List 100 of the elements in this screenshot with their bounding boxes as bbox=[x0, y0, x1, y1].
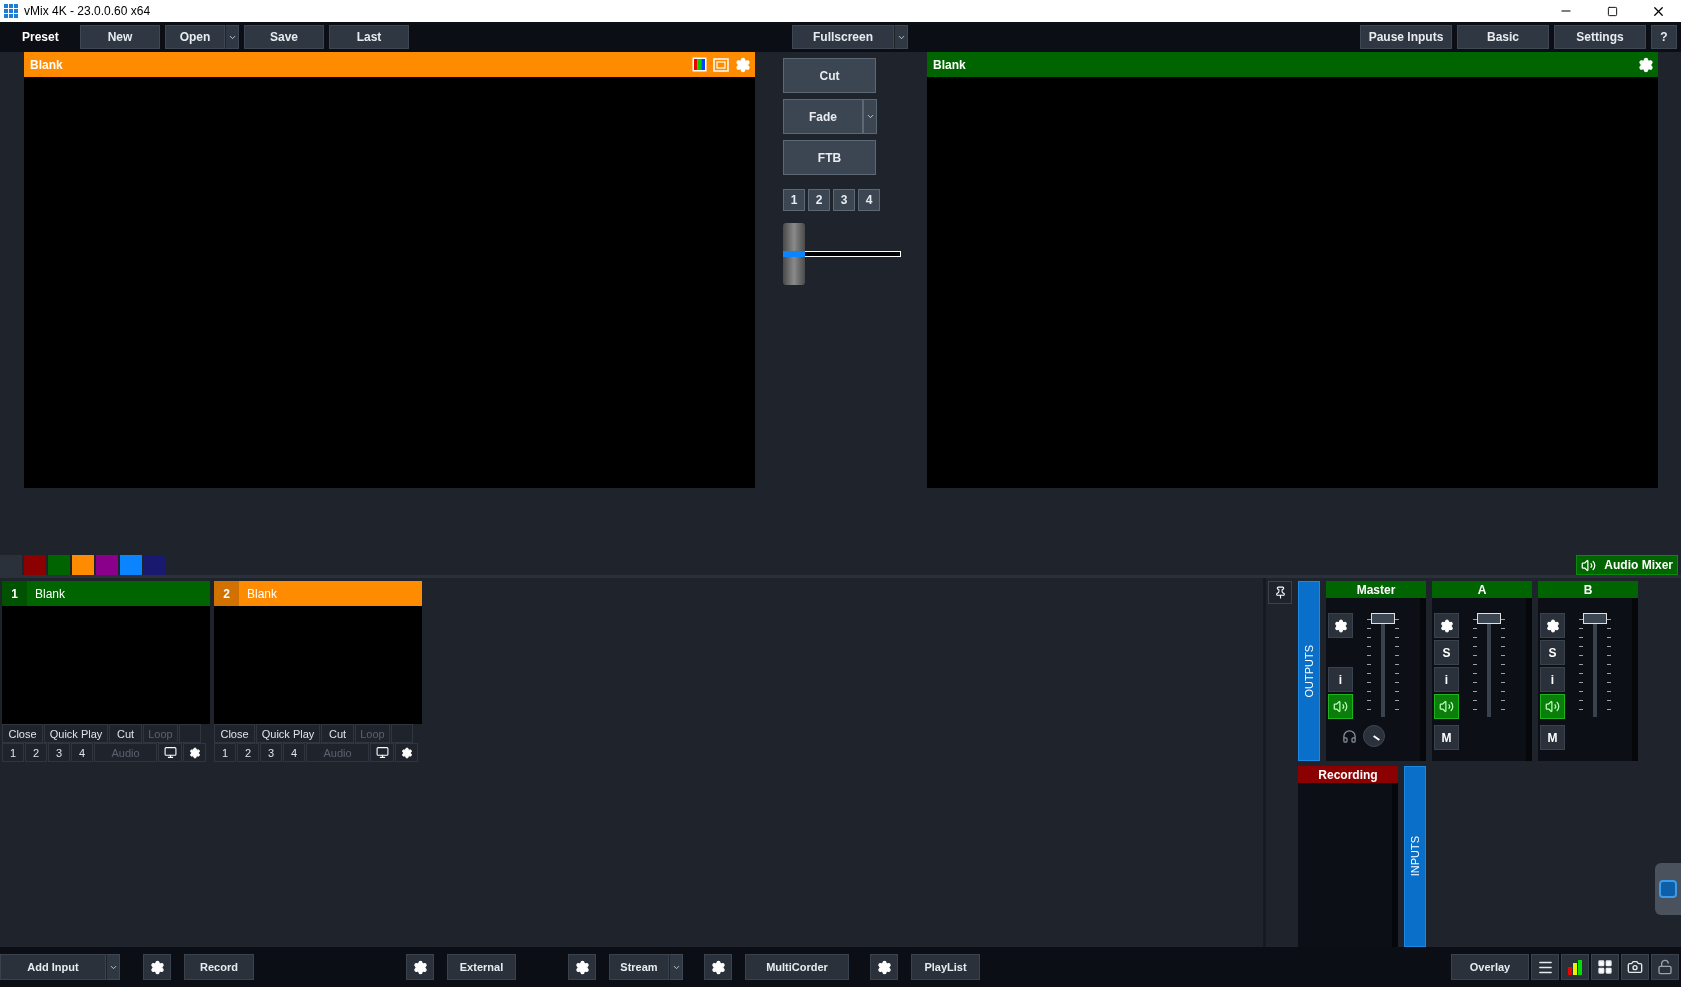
transition-number-button[interactable]: 2 bbox=[808, 189, 830, 211]
info-button[interactable]: i bbox=[1328, 667, 1353, 692]
settings-button[interactable] bbox=[870, 954, 898, 980]
fader-track[interactable] bbox=[1366, 613, 1400, 717]
settings-icon[interactable] bbox=[1638, 56, 1654, 73]
overlay-button[interactable]: 4 bbox=[71, 743, 93, 762]
input-action-button[interactable]: Cut bbox=[109, 724, 142, 743]
color-tab[interactable] bbox=[24, 555, 46, 575]
fader-thumb[interactable] bbox=[1477, 613, 1501, 624]
camera-button[interactable] bbox=[1621, 954, 1649, 980]
overlay-button[interactable]: 3 bbox=[260, 743, 282, 762]
input-action-button[interactable]: Quick Play bbox=[44, 724, 108, 743]
settings-button[interactable] bbox=[704, 954, 732, 980]
pin-button[interactable] bbox=[1268, 581, 1292, 604]
settings-button[interactable] bbox=[1434, 613, 1459, 638]
grid-button[interactable] bbox=[1591, 954, 1619, 980]
overlay-button[interactable]: 3 bbox=[48, 743, 70, 762]
toolbar-button[interactable]: Open bbox=[165, 25, 225, 49]
bottom-bar-button[interactable]: Record bbox=[184, 954, 254, 980]
settings-button[interactable] bbox=[143, 954, 171, 980]
toolbar-button[interactable]: Pause Inputs bbox=[1360, 25, 1452, 49]
bottom-bar-button[interactable]: Add Input bbox=[0, 954, 106, 980]
solo-button[interactable]: S bbox=[1540, 640, 1565, 665]
t-bar-handle[interactable] bbox=[783, 251, 805, 257]
overlay-button[interactable]: 1 bbox=[2, 743, 24, 762]
levels-button[interactable] bbox=[1561, 954, 1589, 980]
input-title: Blank bbox=[247, 586, 278, 601]
overlay-button[interactable]: Overlay bbox=[1451, 954, 1529, 980]
mute-button[interactable]: M bbox=[1540, 725, 1565, 750]
color-tab[interactable] bbox=[48, 555, 70, 575]
transition-number-button[interactable]: 4 bbox=[858, 189, 880, 211]
color-tab[interactable] bbox=[72, 555, 94, 575]
side-panel-tab[interactable] bbox=[1655, 863, 1681, 915]
fader-thumb[interactable] bbox=[1371, 613, 1395, 624]
color-tab[interactable] bbox=[96, 555, 118, 575]
toolbar-button[interactable]: Last bbox=[329, 25, 409, 49]
settings-button[interactable] bbox=[568, 954, 596, 980]
transition-number-button[interactable]: 3 bbox=[833, 189, 855, 211]
transition-button[interactable]: Fade bbox=[783, 99, 863, 134]
audio-mixer-tab[interactable]: Audio Mixer bbox=[1576, 555, 1678, 575]
monitor-button[interactable] bbox=[158, 743, 182, 762]
settings-button[interactable] bbox=[395, 743, 418, 762]
input-action-button[interactable]: Quick Play bbox=[256, 724, 320, 743]
fader-track[interactable] bbox=[1578, 613, 1612, 717]
settings-button[interactable] bbox=[1328, 613, 1353, 638]
color-tab[interactable] bbox=[144, 555, 166, 575]
settings-button[interactable] bbox=[183, 743, 206, 762]
outputs-label: OUTPUTS bbox=[1303, 644, 1315, 698]
audio-on-button[interactable] bbox=[1434, 694, 1459, 719]
handle-grip[interactable] bbox=[783, 223, 805, 251]
color-bars-icon[interactable] bbox=[692, 57, 707, 72]
fullscreen-button[interactable]: Fullscreen bbox=[792, 25, 894, 49]
gear-icon bbox=[876, 959, 892, 975]
gear-icon bbox=[574, 959, 590, 975]
overlay-button[interactable]: 1 bbox=[214, 743, 236, 762]
transition-button[interactable]: FTB bbox=[783, 140, 876, 175]
settings-button[interactable] bbox=[1540, 613, 1565, 638]
bottom-bar-button[interactable]: MultiCorder bbox=[745, 954, 849, 980]
input-action-button[interactable] bbox=[391, 724, 413, 743]
fader-thumb[interactable] bbox=[1583, 613, 1607, 624]
toolbar-button[interactable]: Settings bbox=[1554, 25, 1646, 49]
overlay-button[interactable]: 2 bbox=[237, 743, 259, 762]
solo-button[interactable]: S bbox=[1434, 640, 1459, 665]
input-action-button[interactable] bbox=[179, 724, 201, 743]
info-button[interactable]: i bbox=[1434, 667, 1459, 692]
color-tab[interactable] bbox=[120, 555, 142, 575]
transition-button[interactable]: Cut bbox=[783, 58, 876, 93]
toolbar-button[interactable]: Basic bbox=[1457, 25, 1549, 49]
overlay-button[interactable]: 4 bbox=[283, 743, 305, 762]
transition-number-button[interactable]: 1 bbox=[783, 189, 805, 211]
handle-grip[interactable] bbox=[783, 257, 805, 285]
gear-icon bbox=[1439, 618, 1454, 633]
input-action-button[interactable]: Close bbox=[214, 724, 255, 743]
fader-track[interactable] bbox=[1472, 613, 1506, 717]
input-action-button[interactable]: Cut bbox=[321, 724, 354, 743]
bottom-bar-button[interactable]: Stream bbox=[609, 954, 669, 980]
level-bars-icon bbox=[1567, 959, 1583, 975]
menu-button[interactable] bbox=[1531, 954, 1559, 980]
input-action-button[interactable]: Close bbox=[2, 724, 43, 743]
volume-knob[interactable] bbox=[1363, 725, 1385, 747]
lock-button[interactable] bbox=[1651, 954, 1679, 980]
outputs-bar[interactable]: OUTPUTS bbox=[1298, 581, 1320, 761]
input-header[interactable]: 1 Blank bbox=[2, 581, 210, 606]
mute-button[interactable]: M bbox=[1434, 725, 1459, 750]
input-title: Blank bbox=[35, 586, 66, 601]
toolbar-button[interactable]: Save bbox=[244, 25, 324, 49]
monitor-button[interactable] bbox=[370, 743, 394, 762]
t-bar-track[interactable] bbox=[783, 251, 901, 257]
overlay-button[interactable]: 2 bbox=[25, 743, 47, 762]
toolbar-button[interactable]: New bbox=[80, 25, 160, 49]
audio-on-button[interactable] bbox=[1540, 694, 1565, 719]
bottom-bar-button[interactable]: PlayList bbox=[911, 954, 980, 980]
info-button[interactable]: i bbox=[1540, 667, 1565, 692]
audio-on-button[interactable] bbox=[1328, 694, 1353, 719]
inputs-bar[interactable]: INPUTS bbox=[1404, 766, 1426, 947]
speaker-icon bbox=[1545, 699, 1560, 714]
bottom-bar-button[interactable]: External bbox=[447, 954, 516, 980]
toolbar-button[interactable]: ? bbox=[1651, 25, 1677, 49]
input-number: 2 bbox=[214, 581, 239, 606]
settings-button[interactable] bbox=[406, 954, 434, 980]
